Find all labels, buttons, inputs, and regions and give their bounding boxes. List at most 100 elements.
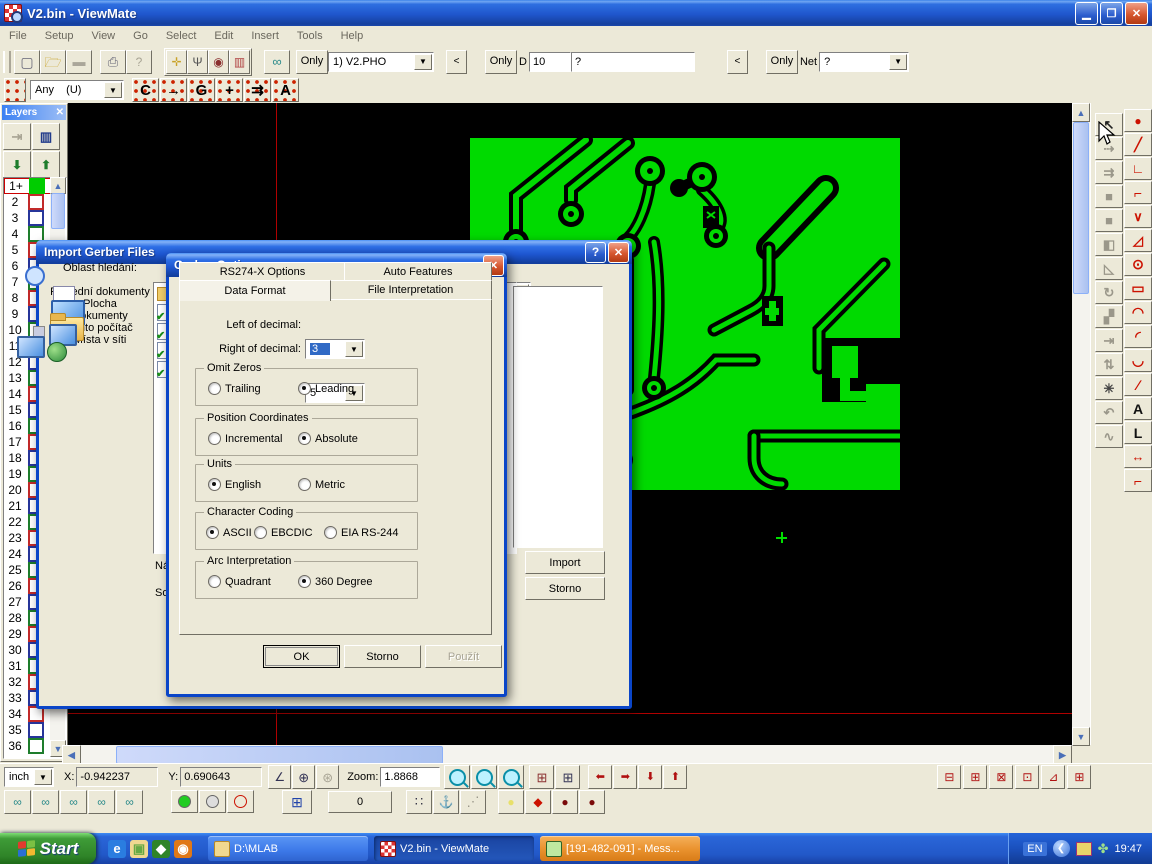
radio-option-trailing[interactable]: Trailing <box>208 382 261 395</box>
zoom-value-input[interactable]: 1.8868 <box>380 767 440 787</box>
radio-icon[interactable] <box>208 432 221 445</box>
restore-button[interactable]: ❐ <box>1100 2 1123 25</box>
film-stack-icon[interactable]: ▥ <box>32 123 60 150</box>
radio-option-metric[interactable]: Metric <box>298 478 345 491</box>
pan-grid-up-icon[interactable]: ⬆ <box>663 765 687 789</box>
mirror-icon[interactable]: ◧ <box>1095 233 1123 256</box>
toolbar-grip[interactable] <box>3 51 11 73</box>
vector-path-icon[interactable]: ⋰ <box>460 790 486 814</box>
view-dcodes-icon[interactable]: ∞ <box>4 790 31 814</box>
radio-option-quadrant[interactable]: Quadrant <box>208 575 271 588</box>
layer-color-chip[interactable] <box>29 178 45 194</box>
layer-color-chip[interactable] <box>28 194 44 210</box>
task-viewmate[interactable]: V2.bin - ViewMate <box>374 836 534 861</box>
origin-crosshair-icon[interactable]: ⊕ <box>292 765 315 789</box>
ok-button[interactable]: OK <box>263 645 340 668</box>
move-layer-up-icon[interactable]: ⬆ <box>32 151 60 178</box>
draw-triangle-icon[interactable]: ◿ <box>1124 229 1152 252</box>
draw-corner-icon[interactable]: ∟ <box>1124 157 1152 180</box>
apply-button[interactable]: Použít <box>425 645 502 668</box>
left-of-decimal-combobox[interactable]: 3 ▼ <box>305 339 365 359</box>
close-icon[interactable]: ✕ <box>608 242 629 263</box>
draw-rectangle-icon[interactable]: ▭ <box>1124 277 1152 300</box>
step-grid-down-icon[interactable]: ⊠ <box>989 765 1013 789</box>
draw-hook-icon[interactable]: ⌐ <box>1124 469 1152 492</box>
draw-chord-icon[interactable]: ◠ <box>1124 301 1152 324</box>
view-flashes-icon[interactable]: ∞ <box>60 790 87 814</box>
draw-width-icon[interactable]: ↔ <box>1124 445 1152 468</box>
select-filter-icon[interactable] <box>4 78 26 102</box>
only-layer-button[interactable]: Only <box>296 50 328 74</box>
menu-item-edit[interactable]: Edit <box>205 28 242 44</box>
context-help-icon[interactable]: ? <box>126 50 152 74</box>
draw-label-l-icon[interactable]: L <box>1124 421 1152 444</box>
edit-tools-icon[interactable]: Ψ <box>187 50 208 74</box>
menu-item-file[interactable]: File <box>0 28 36 44</box>
settings-gear-icon[interactable]: ✳ <box>1095 377 1123 400</box>
tab-file-interpretation[interactable]: File Interpretation <box>329 280 492 300</box>
film-circle-icon[interactable]: ◉ <box>208 50 229 74</box>
task-folder[interactable]: D:\MLAB <box>208 836 368 861</box>
pan-grid-right-icon[interactable]: ➡ <box>613 765 637 789</box>
scroll-right-icon[interactable]: ▶ <box>1053 745 1072 765</box>
flash-plain-icon[interactable]: ● <box>579 790 605 814</box>
view-highlighted-icon[interactable]: ∞ <box>116 790 143 814</box>
place-plocha[interactable]: Plocha <box>47 298 153 310</box>
unit-combobox[interactable]: inch ▼ <box>4 767 54 787</box>
print-icon[interactable]: ⎙ <box>100 50 126 74</box>
select-trace-h-button[interactable]: ⇉ <box>244 78 271 102</box>
draw-bend-icon[interactable]: ⌐ <box>1124 181 1152 204</box>
radio-icon[interactable] <box>298 575 311 588</box>
select-draw-arrow-button[interactable]: → <box>160 78 187 102</box>
chevron-down-icon[interactable]: ▼ <box>345 341 363 357</box>
radio-icon[interactable] <box>254 526 267 539</box>
layer-color-chip[interactable] <box>28 210 44 226</box>
tab-rs274x-options[interactable]: RS274-X Options <box>179 262 346 282</box>
draw-line-icon[interactable]: ╱ <box>1124 133 1152 156</box>
move-layer-down-icon[interactable]: ⬇ <box>3 151 31 178</box>
open-file-icon[interactable]: 🗁 <box>40 50 66 74</box>
selected-files-list[interactable] <box>513 286 603 548</box>
send-layer-icon[interactable]: ⇥ <box>3 123 31 150</box>
undo-icon[interactable]: ↶ <box>1095 401 1123 424</box>
radio-icon[interactable] <box>208 575 221 588</box>
grid-display-icon[interactable]: ⊞ <box>555 765 580 789</box>
cancel-button[interactable]: Storno <box>525 577 605 600</box>
radio-icon[interactable] <box>298 382 311 395</box>
horizontal-scroll-thumb[interactable] <box>116 746 443 764</box>
film-colors-icon[interactable]: ▥ <box>229 50 250 74</box>
draw-vertex-icon[interactable]: ∨ <box>1124 205 1152 228</box>
draw-curve-icon[interactable]: ◜ <box>1124 325 1152 348</box>
place-tento-po-ta-[interactable]: Tento počítač <box>47 322 153 334</box>
radar-locate-icon[interactable]: ⊛ <box>316 765 339 789</box>
chevron-down-icon[interactable]: ▼ <box>414 54 432 70</box>
minimize-button[interactable]: ▁ <box>1075 2 1098 25</box>
layer-combobox[interactable]: 1) V2.PHO ▼ <box>328 52 434 72</box>
firefox-icon[interactable]: ◉ <box>174 840 192 858</box>
scroll-up-icon[interactable]: ▲ <box>1072 103 1090 122</box>
radio-option-ascii[interactable]: ASCII <box>206 526 252 539</box>
view-traces-icon[interactable]: ∞ <box>32 790 59 814</box>
tray-app-yellow-icon[interactable] <box>1076 842 1092 856</box>
radio-icon[interactable] <box>324 526 337 539</box>
lamp-off-icon[interactable] <box>199 790 226 813</box>
vertical-scroll-thumb[interactable] <box>1073 122 1089 294</box>
radio-option-incremental[interactable]: Incremental <box>208 432 282 445</box>
dot-grid-icon[interactable]: ∷ <box>406 790 432 814</box>
layers-panel-titlebar[interactable]: Layers ✕ <box>2 105 66 120</box>
fill-square-2-icon[interactable]: ■ <box>1095 209 1123 232</box>
radio-option-absolute[interactable]: Absolute <box>298 432 358 445</box>
scroll-down-icon[interactable]: ▼ <box>1072 727 1090 746</box>
language-indicator[interactable]: EN <box>1023 842 1046 856</box>
reroute-icon[interactable]: ∿ <box>1095 425 1123 448</box>
scroll-up-icon[interactable]: ▲ <box>50 177 66 194</box>
green-app-icon[interactable]: ◆ <box>152 840 170 858</box>
step-grid-right-icon[interactable]: ⊞ <box>963 765 987 789</box>
swap-vertical-icon[interactable]: ⇅ <box>1095 353 1123 376</box>
only-net-button[interactable]: Only <box>766 50 798 74</box>
radio-option-ebcdic[interactable]: EBCDIC <box>254 526 313 539</box>
layers-scroll-thumb[interactable] <box>51 193 65 229</box>
flash-red-icon[interactable]: ◆ <box>525 790 551 814</box>
draw-circle-icon[interactable]: ⊙ <box>1124 253 1152 276</box>
prev-layer-button[interactable]: < <box>446 50 467 74</box>
